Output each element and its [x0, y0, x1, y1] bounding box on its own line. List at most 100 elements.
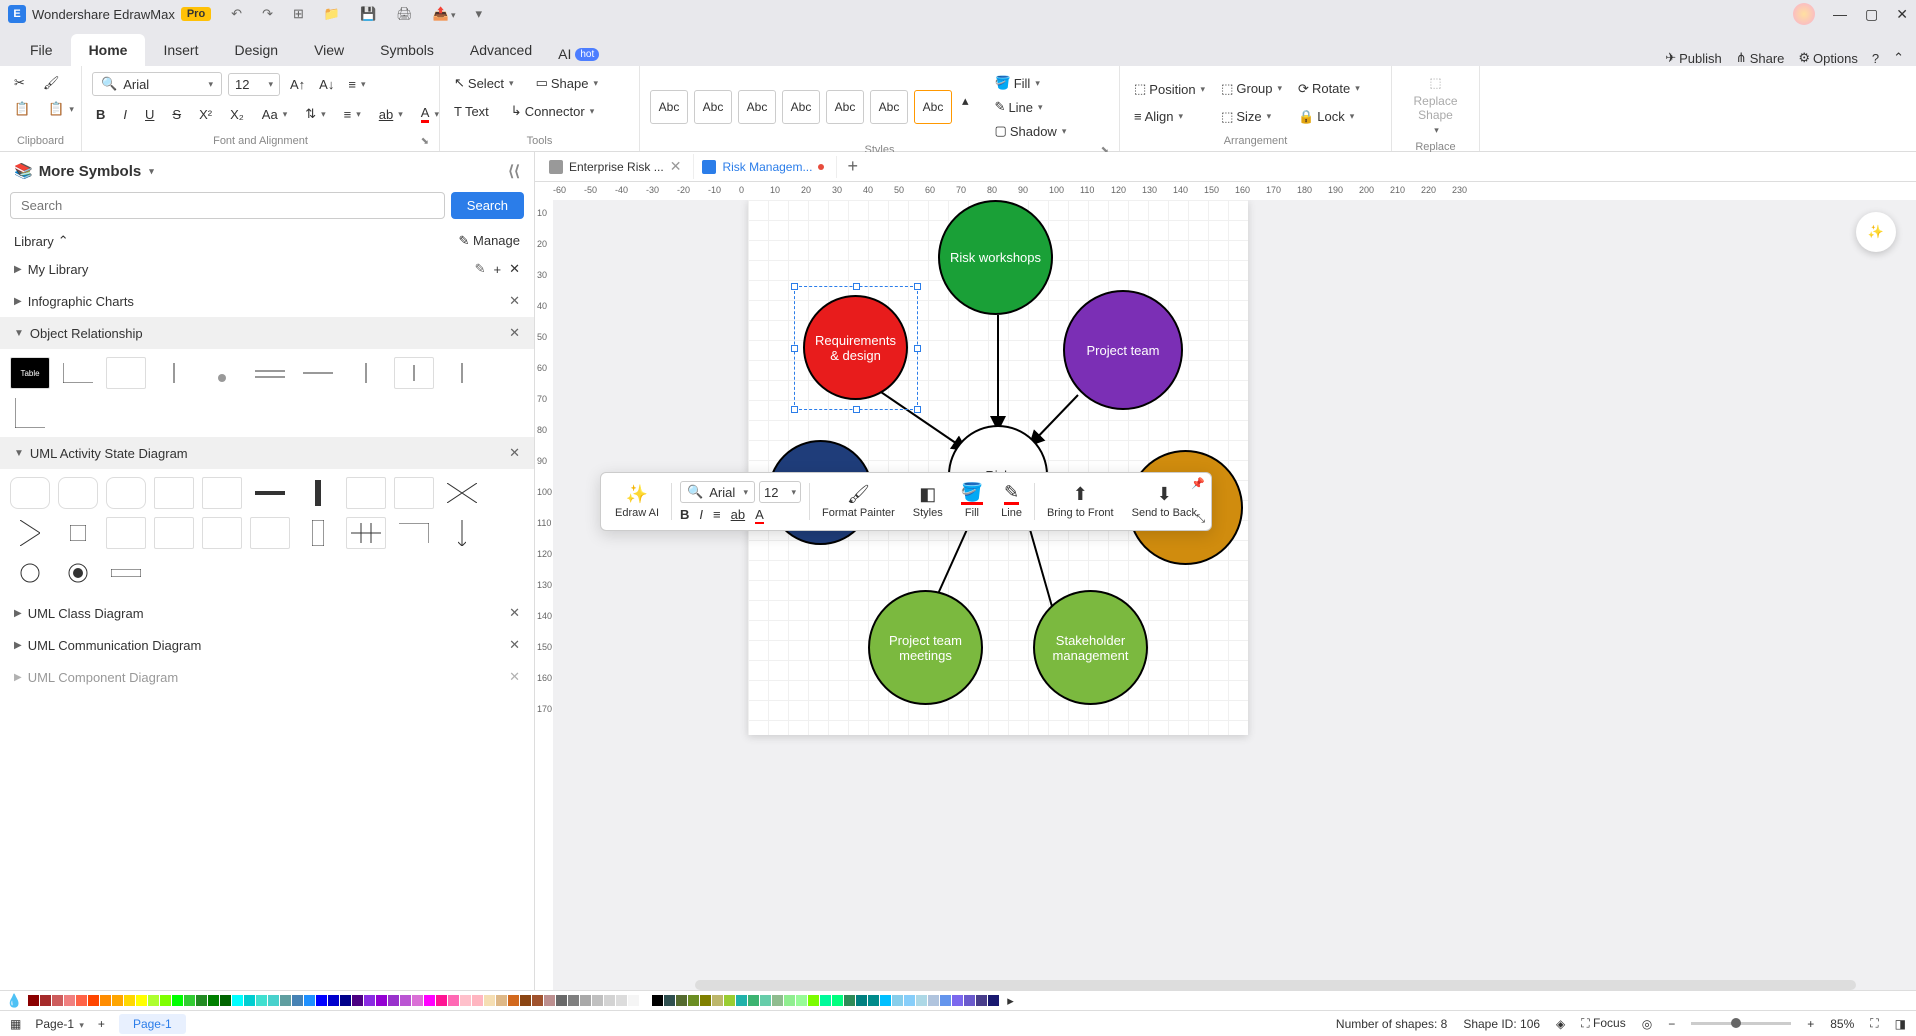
shape-thumb[interactable] — [442, 517, 482, 549]
color-swatch[interactable] — [712, 995, 723, 1006]
layers-icon[interactable]: ◈ — [1556, 1017, 1565, 1031]
style-preset-2[interactable]: Abc — [694, 90, 732, 124]
font-select[interactable]: 🔍 Arial▾ — [92, 72, 222, 96]
node-project-team[interactable]: Project team — [1063, 290, 1183, 410]
shape-thumb[interactable] — [106, 557, 146, 589]
page-tab[interactable]: Page-1 — [119, 1014, 186, 1034]
section-uml-activity[interactable]: ▼UML Activity State Diagram ✕ — [0, 437, 534, 469]
color-swatch[interactable] — [952, 995, 963, 1006]
color-swatch[interactable] — [124, 995, 135, 1006]
color-swatch[interactable] — [196, 995, 207, 1006]
color-swatch[interactable] — [304, 995, 315, 1006]
color-swatch[interactable] — [40, 995, 51, 1006]
float-bring-front[interactable]: ⬆Bring to Front — [1039, 479, 1122, 524]
undo-icon[interactable]: ↶ — [231, 6, 242, 22]
color-swatch[interactable] — [532, 995, 543, 1006]
print-icon[interactable]: 🖨 — [396, 6, 413, 22]
shape-thumb[interactable] — [250, 477, 290, 509]
color-swatch[interactable] — [136, 995, 147, 1006]
publish-button[interactable]: ✈ Publish — [1665, 50, 1722, 66]
shape-thumb[interactable] — [202, 357, 242, 389]
color-swatch[interactable] — [220, 995, 231, 1006]
float-styles[interactable]: ◧Styles — [905, 479, 951, 524]
shape-thumb[interactable] — [58, 357, 98, 389]
style-preset-3[interactable]: Abc — [738, 90, 776, 124]
color-swatch[interactable] — [292, 995, 303, 1006]
align-text-icon[interactable]: ≡▾ — [344, 74, 369, 95]
color-swatch[interactable] — [100, 995, 111, 1006]
add-page-icon[interactable]: + — [98, 1017, 105, 1031]
panel-toggle-icon[interactable]: ◨ — [1895, 1017, 1906, 1031]
tab-ai[interactable]: AI hot — [550, 42, 607, 66]
redo-icon[interactable]: ↷ — [262, 6, 273, 22]
decrease-font-icon[interactable]: A↓ — [315, 74, 338, 95]
mylib-add-icon[interactable]: ✎ — [475, 261, 486, 277]
format-painter-icon[interactable]: 🖌 — [39, 72, 64, 94]
color-swatch[interactable] — [664, 995, 675, 1006]
color-swatch[interactable] — [628, 995, 639, 1006]
color-swatch[interactable] — [436, 995, 447, 1006]
italic-icon[interactable]: I — [119, 104, 131, 125]
minimize-icon[interactable]: — — [1833, 6, 1847, 22]
color-swatch[interactable] — [172, 995, 183, 1006]
color-swatch[interactable] — [268, 995, 279, 1006]
color-swatch[interactable] — [832, 995, 843, 1006]
sidebar-collapse-icon[interactable]: ⟨⟨ — [508, 162, 520, 180]
umlcomm-close-icon[interactable]: ✕ — [509, 637, 520, 653]
tab-symbols[interactable]: Symbols — [362, 34, 452, 66]
color-swatch[interactable] — [640, 995, 651, 1006]
color-swatch[interactable] — [604, 995, 615, 1006]
subscript-icon[interactable]: X₂ — [226, 104, 248, 125]
color-swatch[interactable] — [484, 995, 495, 1006]
font-expand-icon[interactable]: ⬊ — [421, 136, 429, 147]
color-swatch[interactable] — [448, 995, 459, 1006]
color-more-icon[interactable]: ▸ — [1007, 993, 1014, 1009]
color-swatch[interactable] — [256, 995, 267, 1006]
color-swatch[interactable] — [772, 995, 783, 1006]
superscript-icon[interactable]: X² — [195, 104, 216, 125]
shape-thumb[interactable] — [442, 357, 482, 389]
color-swatch[interactable] — [544, 995, 555, 1006]
color-swatch[interactable] — [808, 995, 819, 1006]
doc-tab-2[interactable]: Risk Managem... — [694, 156, 837, 178]
color-swatch[interactable] — [388, 995, 399, 1006]
shape-thumb[interactable] — [394, 517, 434, 549]
font-size-select[interactable]: 12▾ — [228, 73, 280, 96]
strikethrough-icon[interactable]: S — [168, 104, 185, 125]
color-swatch[interactable] — [160, 995, 171, 1006]
shape-thumb[interactable] — [202, 517, 242, 549]
color-swatch[interactable] — [904, 995, 915, 1006]
section-uml-comp[interactable]: ▶UML Component Diagram ✕ — [0, 661, 534, 693]
color-swatch[interactable] — [460, 995, 471, 1006]
shape-thumb[interactable] — [154, 477, 194, 509]
shape-thumb[interactable] — [10, 517, 50, 549]
tab-advanced[interactable]: Advanced — [452, 34, 550, 66]
umlcomp-close-icon[interactable]: ✕ — [509, 669, 520, 685]
shape-thumb[interactable] — [442, 477, 482, 509]
color-swatch[interactable] — [352, 995, 363, 1006]
color-swatch[interactable] — [988, 995, 999, 1006]
bullets-icon[interactable]: ≡▾ — [340, 104, 365, 125]
style-preset-1[interactable]: Abc — [650, 90, 688, 124]
fullscreen-icon[interactable]: ⛶ — [1870, 1016, 1878, 1031]
page-select[interactable]: Page-1 ▾ — [35, 1017, 84, 1031]
shape-thumb[interactable] — [346, 517, 386, 549]
style-preset-7[interactable]: Abc — [914, 90, 952, 124]
color-swatch[interactable] — [916, 995, 927, 1006]
shape-thumb[interactable] — [10, 557, 50, 589]
color-swatch[interactable] — [280, 995, 291, 1006]
fit-icon[interactable]: ◎ — [1642, 1017, 1652, 1031]
style-preset-4[interactable]: Abc — [782, 90, 820, 124]
zoom-in-icon[interactable]: + — [1807, 1017, 1814, 1031]
color-swatch[interactable] — [556, 995, 567, 1006]
umlclass-close-icon[interactable]: ✕ — [509, 605, 520, 621]
shape-thumb[interactable] — [346, 357, 386, 389]
shape-tool[interactable]: ▭ Shape▾ — [532, 72, 602, 94]
color-swatch[interactable] — [64, 995, 75, 1006]
color-swatch[interactable] — [796, 995, 807, 1006]
shape-thumb[interactable] — [10, 477, 50, 509]
canvas[interactable]: Risk Requirements & design Risk workshop… — [553, 200, 1916, 990]
shape-thumb[interactable] — [58, 557, 98, 589]
position-button[interactable]: ⬚ Position▾ — [1130, 78, 1209, 100]
node-stakeholder[interactable]: Stakeholder management — [1033, 590, 1148, 705]
